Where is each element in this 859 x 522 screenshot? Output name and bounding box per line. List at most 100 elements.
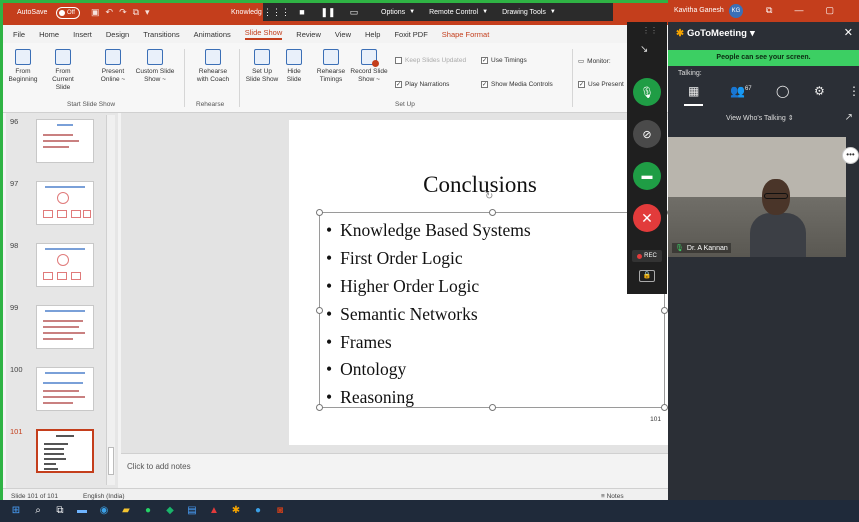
tab-insert[interactable]: Insert — [73, 30, 92, 39]
app-icon[interactable]: ▤ — [186, 505, 198, 517]
restore-icon[interactable]: ⧉ — [766, 5, 772, 16]
tab-shape-format[interactable]: Shape Format — [442, 30, 490, 39]
language-indicator[interactable]: English (India) — [83, 493, 125, 500]
slide[interactable]: Conclusions ↻ Knowledge Based Systems Fi… — [289, 120, 671, 445]
tab-home[interactable]: Home — [39, 30, 59, 39]
slide-thumbnail[interactable]: 96 — [6, 115, 118, 177]
notes-pane[interactable]: Click to add notes — [121, 453, 671, 488]
powerpoint-taskbar-icon[interactable]: ◙ — [274, 505, 286, 517]
slide-thumbnail[interactable]: 97 — [6, 177, 118, 239]
tab-design[interactable]: Design — [106, 30, 129, 39]
resize-handle[interactable] — [316, 307, 323, 314]
bullet-textbox[interactable]: Knowledge Based Systems First Order Logi… — [316, 209, 668, 411]
notes-toggle-button[interactable]: ≡ Notes — [601, 493, 624, 500]
resize-handle[interactable] — [661, 404, 668, 411]
user-avatar[interactable]: KG — [729, 4, 743, 18]
use-timings-checkbox[interactable]: ✓ Use Timings — [481, 57, 527, 64]
resize-handle[interactable] — [316, 404, 323, 411]
save-icon[interactable]: ▣ — [91, 7, 100, 18]
chat-icon[interactable]: ◯ — [776, 84, 789, 98]
tab-foxit-pdf[interactable]: Foxit PDF — [394, 30, 427, 39]
task-view-icon[interactable]: ⧉ — [54, 505, 66, 517]
resize-handle[interactable] — [489, 209, 496, 216]
remote-control-menu[interactable]: Remote Control ▼ — [429, 9, 488, 16]
file-explorer-icon[interactable]: ▰ — [120, 505, 132, 517]
monitor-label: Monitor: — [587, 57, 611, 65]
play-narrations-checkbox[interactable]: ✓ Play Narrations — [395, 81, 449, 88]
from-beginning-button[interactable]: From Beginning — [7, 49, 39, 84]
attendees-icon[interactable]: 👥67 — [730, 84, 752, 98]
slide-thumbnail[interactable]: 99 — [6, 301, 118, 363]
slide-thumbnail-selected[interactable]: 101 — [6, 425, 118, 487]
more-options-button[interactable]: ••• — [842, 147, 859, 164]
chevron-down-icon: ▼ — [482, 9, 489, 15]
drawing-tools-menu[interactable]: Drawing Tools ▼ — [502, 9, 556, 16]
drag-grip-icon[interactable]: ⋮⋮ — [642, 26, 658, 35]
grid-icon[interactable]: ⋮⋮⋮ — [263, 7, 290, 18]
maximize-icon[interactable]: ▢ — [825, 5, 834, 16]
leave-meeting-button[interactable]: ✕ — [633, 204, 661, 232]
thumbnail-image — [36, 305, 94, 349]
customize-qat-icon[interactable]: ▾ — [145, 7, 150, 18]
tab-help[interactable]: Help — [365, 30, 380, 39]
app-icon[interactable]: ▬ — [76, 505, 88, 517]
monitor-icon[interactable]: ▭ — [341, 7, 367, 18]
slide-thumbnail[interactable]: 98 — [6, 239, 118, 301]
set-up-slide-show-button[interactable]: Set Up Slide Show — [243, 49, 281, 84]
undo-icon[interactable]: ↶ — [106, 7, 114, 18]
use-presenter-view-checkbox[interactable]: ✓ Use Present — [578, 81, 624, 88]
pdf-icon[interactable]: ▲ — [208, 505, 220, 517]
grid-view-icon[interactable]: ▦ — [683, 84, 704, 106]
resize-handle[interactable] — [316, 209, 323, 216]
settings-icon[interactable]: ⚙ — [814, 84, 825, 98]
keep-slides-updated-checkbox[interactable]: Keep Slides Updated — [395, 57, 466, 64]
search-icon[interactable]: ⌕ — [32, 505, 44, 517]
redo-icon[interactable]: ↷ — [119, 7, 127, 18]
app-icon[interactable]: ◆ — [164, 505, 176, 517]
rotate-handle-icon[interactable]: ↻ — [485, 191, 493, 202]
slide-title[interactable]: Conclusions — [289, 172, 671, 198]
hide-slide-button[interactable]: Hide Slide — [281, 49, 307, 84]
tab-slide-show[interactable]: Slide Show — [244, 28, 283, 40]
microphone-button[interactable]: 🎙 — [633, 78, 661, 106]
view-mode-select[interactable]: View Who's Talking ⇕ — [726, 114, 794, 122]
presenter-video[interactable]: 🎙 Dr. A Kannan — [668, 137, 846, 257]
custom-show-icon — [147, 49, 163, 65]
browser-icon[interactable]: ● — [252, 505, 264, 517]
pop-out-icon[interactable]: ↗ — [845, 112, 853, 123]
from-current-slide-button[interactable]: From Current Slide — [47, 49, 79, 92]
monitor-select[interactable]: ▭ Monitor: — [578, 57, 611, 66]
rehearse-timings-button[interactable]: Rehearse Timings — [313, 49, 349, 84]
slide-thumbnail[interactable]: 100 — [6, 363, 118, 425]
screen-share-button[interactable]: ▬ — [633, 162, 661, 190]
tab-review[interactable]: Review — [296, 30, 321, 39]
camera-off-button[interactable]: ⊘ — [633, 120, 661, 148]
rehearse-with-coach-button[interactable]: Rehearse with Coach — [193, 49, 233, 84]
scrollbar-thumb[interactable] — [108, 447, 114, 475]
tab-transitions[interactable]: Transitions — [143, 30, 179, 39]
close-panel-button[interactable]: ✕ — [844, 26, 853, 39]
minimize-icon[interactable]: — — [794, 5, 803, 16]
collapse-icon[interactable]: ↘ — [640, 44, 648, 55]
gotomeeting-taskbar-icon[interactable]: ✱ — [230, 505, 242, 517]
thumbnails-scrollbar[interactable] — [106, 115, 115, 485]
tab-file[interactable]: File — [13, 30, 25, 39]
app-menu[interactable]: ✱ GoToMeeting ▾ — [676, 28, 755, 39]
whatsapp-icon[interactable]: ● — [142, 505, 154, 517]
tab-animations[interactable]: Animations — [194, 30, 231, 39]
resize-handle[interactable] — [661, 307, 668, 314]
present-icon[interactable]: ⧉ — [133, 7, 139, 18]
options-menu[interactable]: Options ▼ — [381, 9, 415, 16]
custom-slide-show-button[interactable]: Custom Slide Show ~ — [135, 49, 175, 84]
tab-view[interactable]: View — [335, 30, 351, 39]
record-slide-show-button[interactable]: Record Slide Show ~ — [348, 49, 390, 84]
edge-icon[interactable]: ◉ — [98, 505, 110, 517]
stop-icon[interactable]: ■ — [289, 7, 315, 17]
more-menu-icon[interactable]: ⋮ — [848, 84, 859, 98]
lock-icon[interactable]: 🔒 — [639, 270, 655, 282]
present-online-button[interactable]: Present Online ~ — [97, 49, 129, 84]
pause-icon[interactable]: ❚❚ — [315, 7, 341, 18]
windows-start-icon[interactable]: ⊞ — [10, 505, 22, 517]
autosave-toggle[interactable]: Off — [56, 7, 80, 19]
show-media-controls-checkbox[interactable]: ✓ Show Media Controls — [481, 81, 553, 88]
